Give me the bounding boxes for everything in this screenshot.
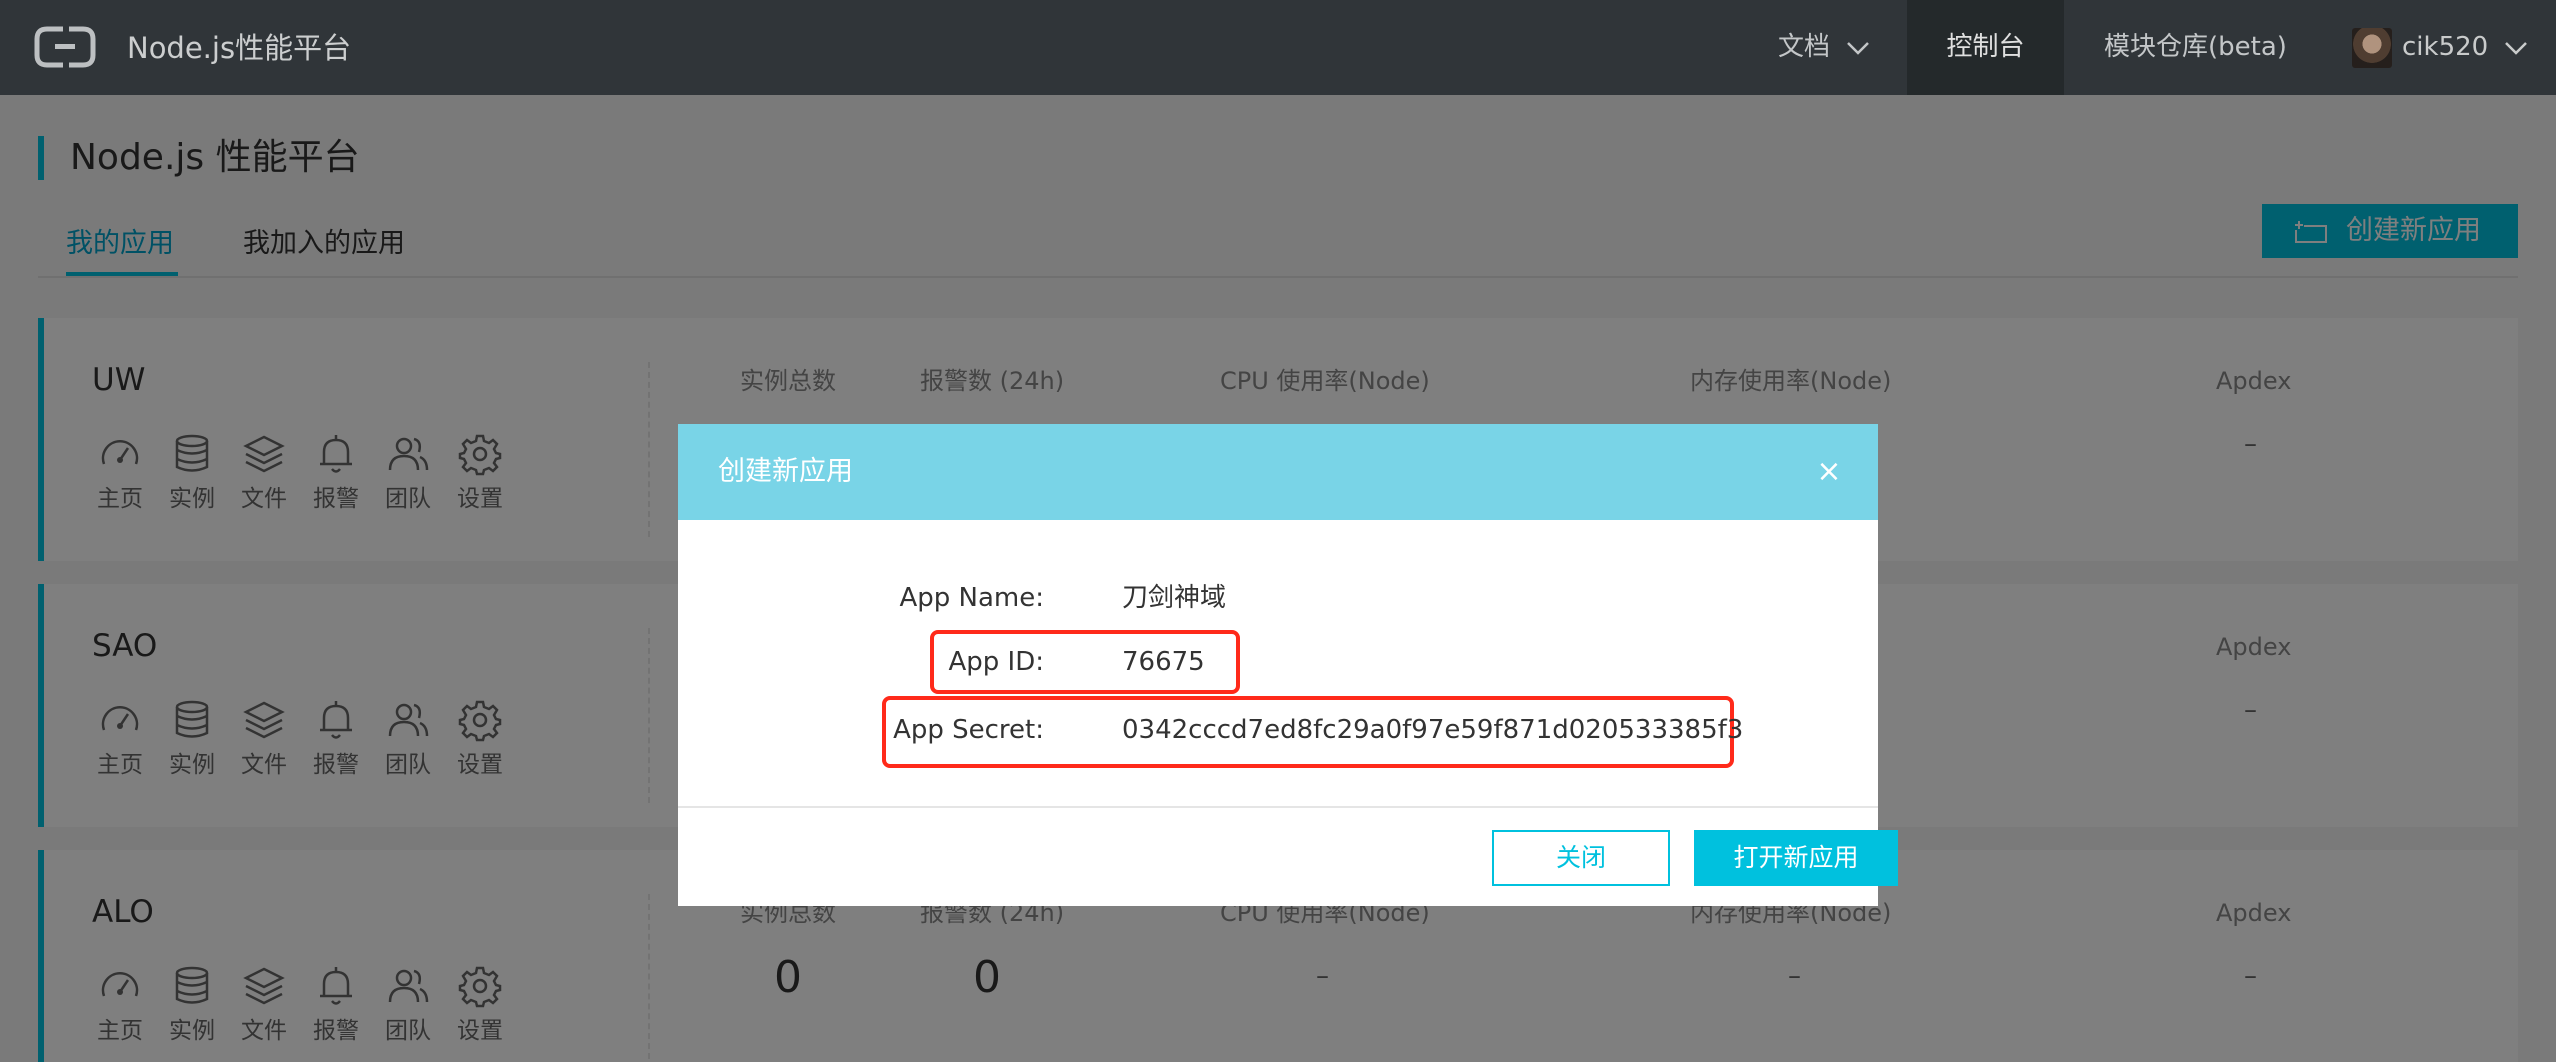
dialog-title: 创建新应用 [718,456,853,487]
close-icon[interactable]: × [1811,454,1847,490]
close-button[interactable]: 关闭 [1492,830,1670,886]
dialog-header: 创建新应用 × [678,424,1878,520]
app-id-label: App ID: [948,647,1044,677]
app-name-label: App Name: [899,583,1044,613]
app-secret-label: App Secret: [893,715,1044,745]
create-app-dialog: 创建新应用 × App Name: 刀剑神域 App ID: 76675 App… [678,424,1898,906]
open-app-button[interactable]: 打开新应用 [1694,830,1898,886]
dialog-footer-divider [678,806,1878,808]
navbar-shade [0,0,2556,95]
app-id-value: 76675 [1122,647,1205,677]
app-secret-value: 0342cccd7ed8fc29a0f97e59f871d020533385f3 [1122,715,1744,745]
app-name-value: 刀剑神域 [1122,583,1227,613]
